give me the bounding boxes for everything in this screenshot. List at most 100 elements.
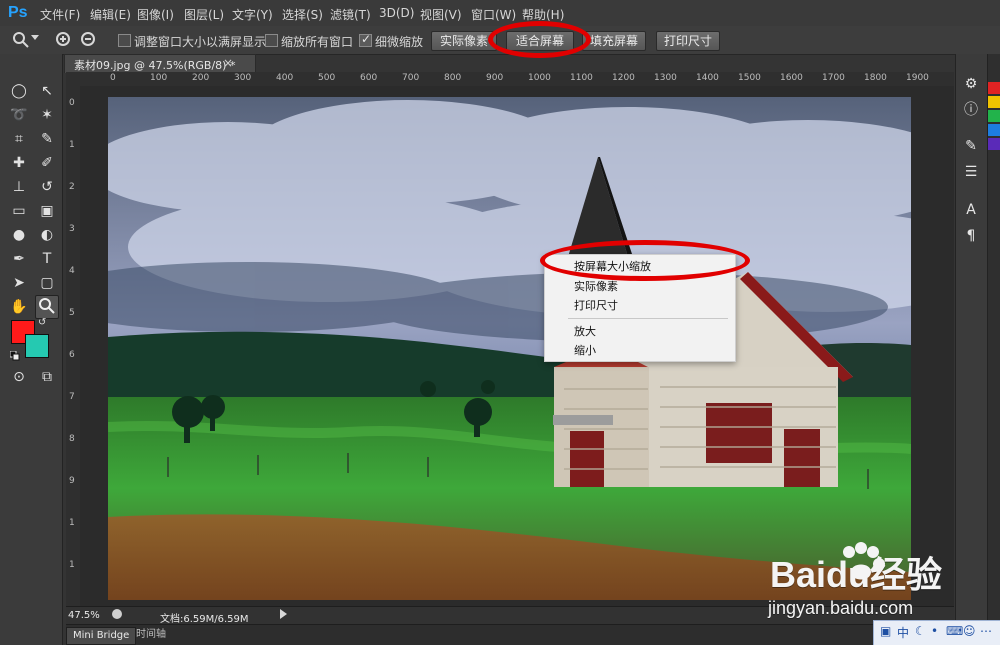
gradient-tool-icon[interactable]: ▣	[36, 200, 58, 222]
ruler-top-label: 200	[192, 73, 210, 83]
tray-moon-icon[interactable]: ☾	[915, 624, 926, 638]
shape-tool-icon[interactable]: ▢	[36, 272, 58, 294]
chevron-down-icon[interactable]	[31, 35, 39, 40]
move-tool-icon[interactable]: ↖	[36, 80, 58, 102]
menu-edit[interactable]: 编辑(E)	[90, 6, 131, 23]
swatch-yellow[interactable]	[988, 96, 1000, 108]
ruler-top-label: 1500	[738, 73, 761, 83]
label-resize-window: 调整窗口大小以满屏显示	[134, 35, 267, 49]
background-color-swatch[interactable]	[25, 334, 49, 358]
blur-tool-icon[interactable]: ●	[8, 224, 30, 246]
menu-image[interactable]: 图像(I)	[137, 6, 174, 23]
paragraph-icon[interactable]: ¶	[962, 227, 980, 245]
zoom-out-icon[interactable]	[80, 31, 98, 49]
brush-tool-icon[interactable]: ✐	[36, 152, 58, 174]
ruler-top-label: 900	[486, 73, 504, 83]
swatch-blue[interactable]	[988, 124, 1000, 136]
zoom-tool-icon[interactable]	[35, 295, 59, 319]
print-size-button[interactable]: 打印尺寸	[656, 31, 720, 51]
swatch-green[interactable]	[988, 110, 1000, 122]
menu-select[interactable]: 选择(S)	[282, 6, 323, 23]
menu-3d[interactable]: 3D(D)	[379, 6, 414, 20]
menu-item-print-size[interactable]: 打印尺寸	[574, 297, 618, 313]
character-icon[interactable]: A	[962, 201, 980, 219]
document-info: 文档:6.59M/6.59M	[160, 614, 249, 625]
lasso-tool-icon[interactable]: ➰	[8, 104, 30, 126]
zoom-tool-icon[interactable]	[12, 31, 30, 49]
eyedropper-icon[interactable]: ✎	[36, 128, 58, 150]
marquee-tool-icon[interactable]: ◯	[8, 80, 30, 102]
eraser-tool-icon[interactable]: ▭	[8, 200, 30, 222]
tray-user-icon[interactable]: ☺	[963, 624, 976, 638]
quick-mask-icon[interactable]: ⊙	[8, 366, 30, 388]
tray-settings-icon[interactable]: ▣	[880, 624, 891, 638]
ruler-left-label: 0	[69, 98, 75, 108]
ruler-left-label: 1	[69, 560, 75, 570]
tray-more-icon[interactable]: ⋯	[980, 624, 992, 638]
tray-dot-icon[interactable]: •	[931, 624, 938, 638]
ruler-top-label: 0	[110, 73, 116, 83]
ruler-left-label: 1	[69, 140, 75, 150]
zoom-level[interactable]: 47.5%	[68, 610, 100, 621]
menu-item-zoom-in[interactable]: 放大	[574, 323, 596, 339]
type-tool-icon[interactable]: T	[36, 248, 58, 270]
ruler-left-label: 4	[69, 266, 75, 276]
info-icon[interactable]: ⓘ	[962, 101, 980, 119]
ruler-top-label: 800	[444, 73, 462, 83]
ruler-top-label: 1000	[528, 73, 551, 83]
tray-keyboard-icon[interactable]: ⌨	[946, 624, 963, 638]
menu-item-actual-pixels[interactable]: 实际像素	[574, 278, 618, 294]
ruler-top-label: 100	[150, 73, 168, 83]
path-selection-icon[interactable]: ➤	[8, 272, 30, 294]
ruler-left-label: 9	[69, 476, 75, 486]
screen-mode-icon[interactable]: ⧉	[36, 366, 58, 388]
ruler-left-label: 5	[69, 308, 75, 318]
swap-colors-icon[interactable]: ↺	[38, 318, 48, 328]
tray-language-text[interactable]: 中	[897, 624, 909, 641]
checkbox-scrubby-zoom[interactable]: ✓	[359, 32, 372, 47]
document-image[interactable]	[108, 97, 911, 600]
history-icon[interactable]: ⚙	[962, 75, 980, 93]
brush-panel-icon[interactable]: ✎	[962, 137, 980, 155]
fill-screen-button[interactable]: 填充屏幕	[582, 31, 646, 51]
dodge-tool-icon[interactable]: ◐	[36, 224, 58, 246]
ruler-top-label: 500	[318, 73, 336, 83]
status-menu-arrow-icon[interactable]	[280, 609, 287, 619]
menu-type[interactable]: 文字(Y)	[232, 6, 273, 23]
ruler-top-label: 400	[276, 73, 294, 83]
swatch-red[interactable]	[988, 82, 1000, 94]
pen-tool-icon[interactable]: ✒	[8, 248, 30, 270]
highlight-ring-fit-screen	[488, 21, 591, 58]
menu-filter[interactable]: 滤镜(T)	[330, 6, 371, 23]
menu-separator	[568, 318, 728, 319]
history-brush-icon[interactable]: ↺	[36, 176, 58, 198]
close-icon[interactable]: ×	[223, 56, 233, 70]
tab-mini-bridge[interactable]: Mini Bridge	[66, 627, 137, 645]
tab-timeline[interactable]: 时间轴	[130, 627, 172, 643]
menu-file[interactable]: 文件(F)	[40, 6, 80, 23]
zoom-in-icon[interactable]	[55, 31, 73, 49]
crop-tool-icon[interactable]: ⌗	[8, 128, 30, 150]
ruler-top-label: 1100	[570, 73, 593, 83]
adjustments-icon[interactable]: ☰	[962, 163, 980, 181]
magic-wand-icon[interactable]: ✶	[36, 104, 58, 126]
clone-stamp-icon[interactable]: ⊥	[8, 176, 30, 198]
hand-tool-icon[interactable]: ✋	[8, 296, 30, 318]
healing-brush-icon[interactable]: ✚	[8, 152, 30, 174]
menu-layer[interactable]: 图层(L)	[184, 6, 224, 23]
status-icon[interactable]	[112, 609, 122, 619]
baidu-jingyan-url: jingyan.baidu.com	[768, 598, 914, 618]
ruler-top-label: 1600	[780, 73, 803, 83]
default-colors-icon[interactable]	[9, 350, 20, 361]
actual-pixels-button[interactable]: 实际像素	[431, 31, 497, 51]
document-tab-title[interactable]: 素材09.jpg @ 47.5%(RGB/8) *	[74, 57, 235, 73]
label-zoom-all-windows: 缩放所有窗口	[281, 35, 354, 49]
ruler-left-label: 6	[69, 350, 75, 360]
menu-view[interactable]: 视图(V)	[420, 6, 462, 23]
ruler-left-label: 1	[69, 518, 75, 528]
menu-item-zoom-out[interactable]: 缩小	[574, 342, 596, 358]
checkbox-resize-window[interactable]	[118, 34, 131, 47]
checkbox-zoom-all-windows[interactable]	[265, 34, 278, 47]
swatch-purple[interactable]	[988, 138, 1000, 150]
menu-window[interactable]: 窗口(W)	[471, 6, 516, 23]
